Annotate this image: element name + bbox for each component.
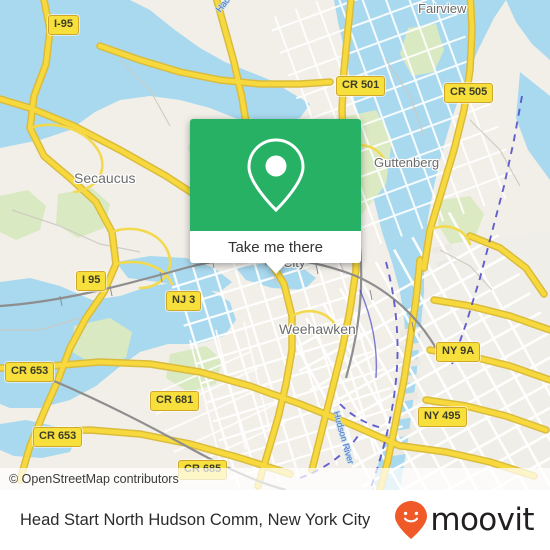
route-shield-ny495[interactable]: NY 495 <box>418 407 467 427</box>
popup-footer[interactable]: Take me there <box>190 231 361 263</box>
route-shield-cr653-upper[interactable]: CR 653 <box>5 362 55 382</box>
route-shield-ny9a[interactable]: NY 9A <box>436 342 481 362</box>
bottom-bar: Head Start North Hudson Comm, New York C… <box>0 490 550 550</box>
map-page: Fairview Secaucus Guttenberg City Weehaw… <box>0 0 550 550</box>
route-shield-cr681[interactable]: CR 681 <box>150 391 200 411</box>
popup-image-area <box>190 119 361 231</box>
route-shield-cr505[interactable]: CR 505 <box>444 83 494 103</box>
attribution-bar: © OpenStreetMap contributors <box>0 468 550 490</box>
take-me-there-label: Take me there <box>227 238 324 256</box>
route-shield-i95-north[interactable]: I-95 <box>48 15 79 35</box>
osm-attribution[interactable]: © OpenStreetMap contributors <box>0 472 179 486</box>
location-popup-card[interactable]: Take me there <box>190 119 361 274</box>
route-shield-i95-south[interactable]: I 95 <box>76 271 107 291</box>
map-canvas[interactable]: Fairview Secaucus Guttenberg City Weehaw… <box>0 0 550 490</box>
moovit-wordmark: moovit <box>430 501 534 538</box>
location-title: Head Start North Hudson Comm, New York C… <box>20 510 371 529</box>
map-pin-icon <box>246 138 305 213</box>
moovit-pin-smiley-icon <box>395 501 428 539</box>
route-shield-cr653-lower[interactable]: CR 653 <box>33 427 83 447</box>
popup-tail <box>265 262 287 274</box>
route-shield-nj3[interactable]: NJ 3 <box>166 291 202 311</box>
moovit-logo[interactable]: moovit <box>394 500 550 540</box>
route-shield-cr501[interactable]: CR 501 <box>336 76 386 96</box>
